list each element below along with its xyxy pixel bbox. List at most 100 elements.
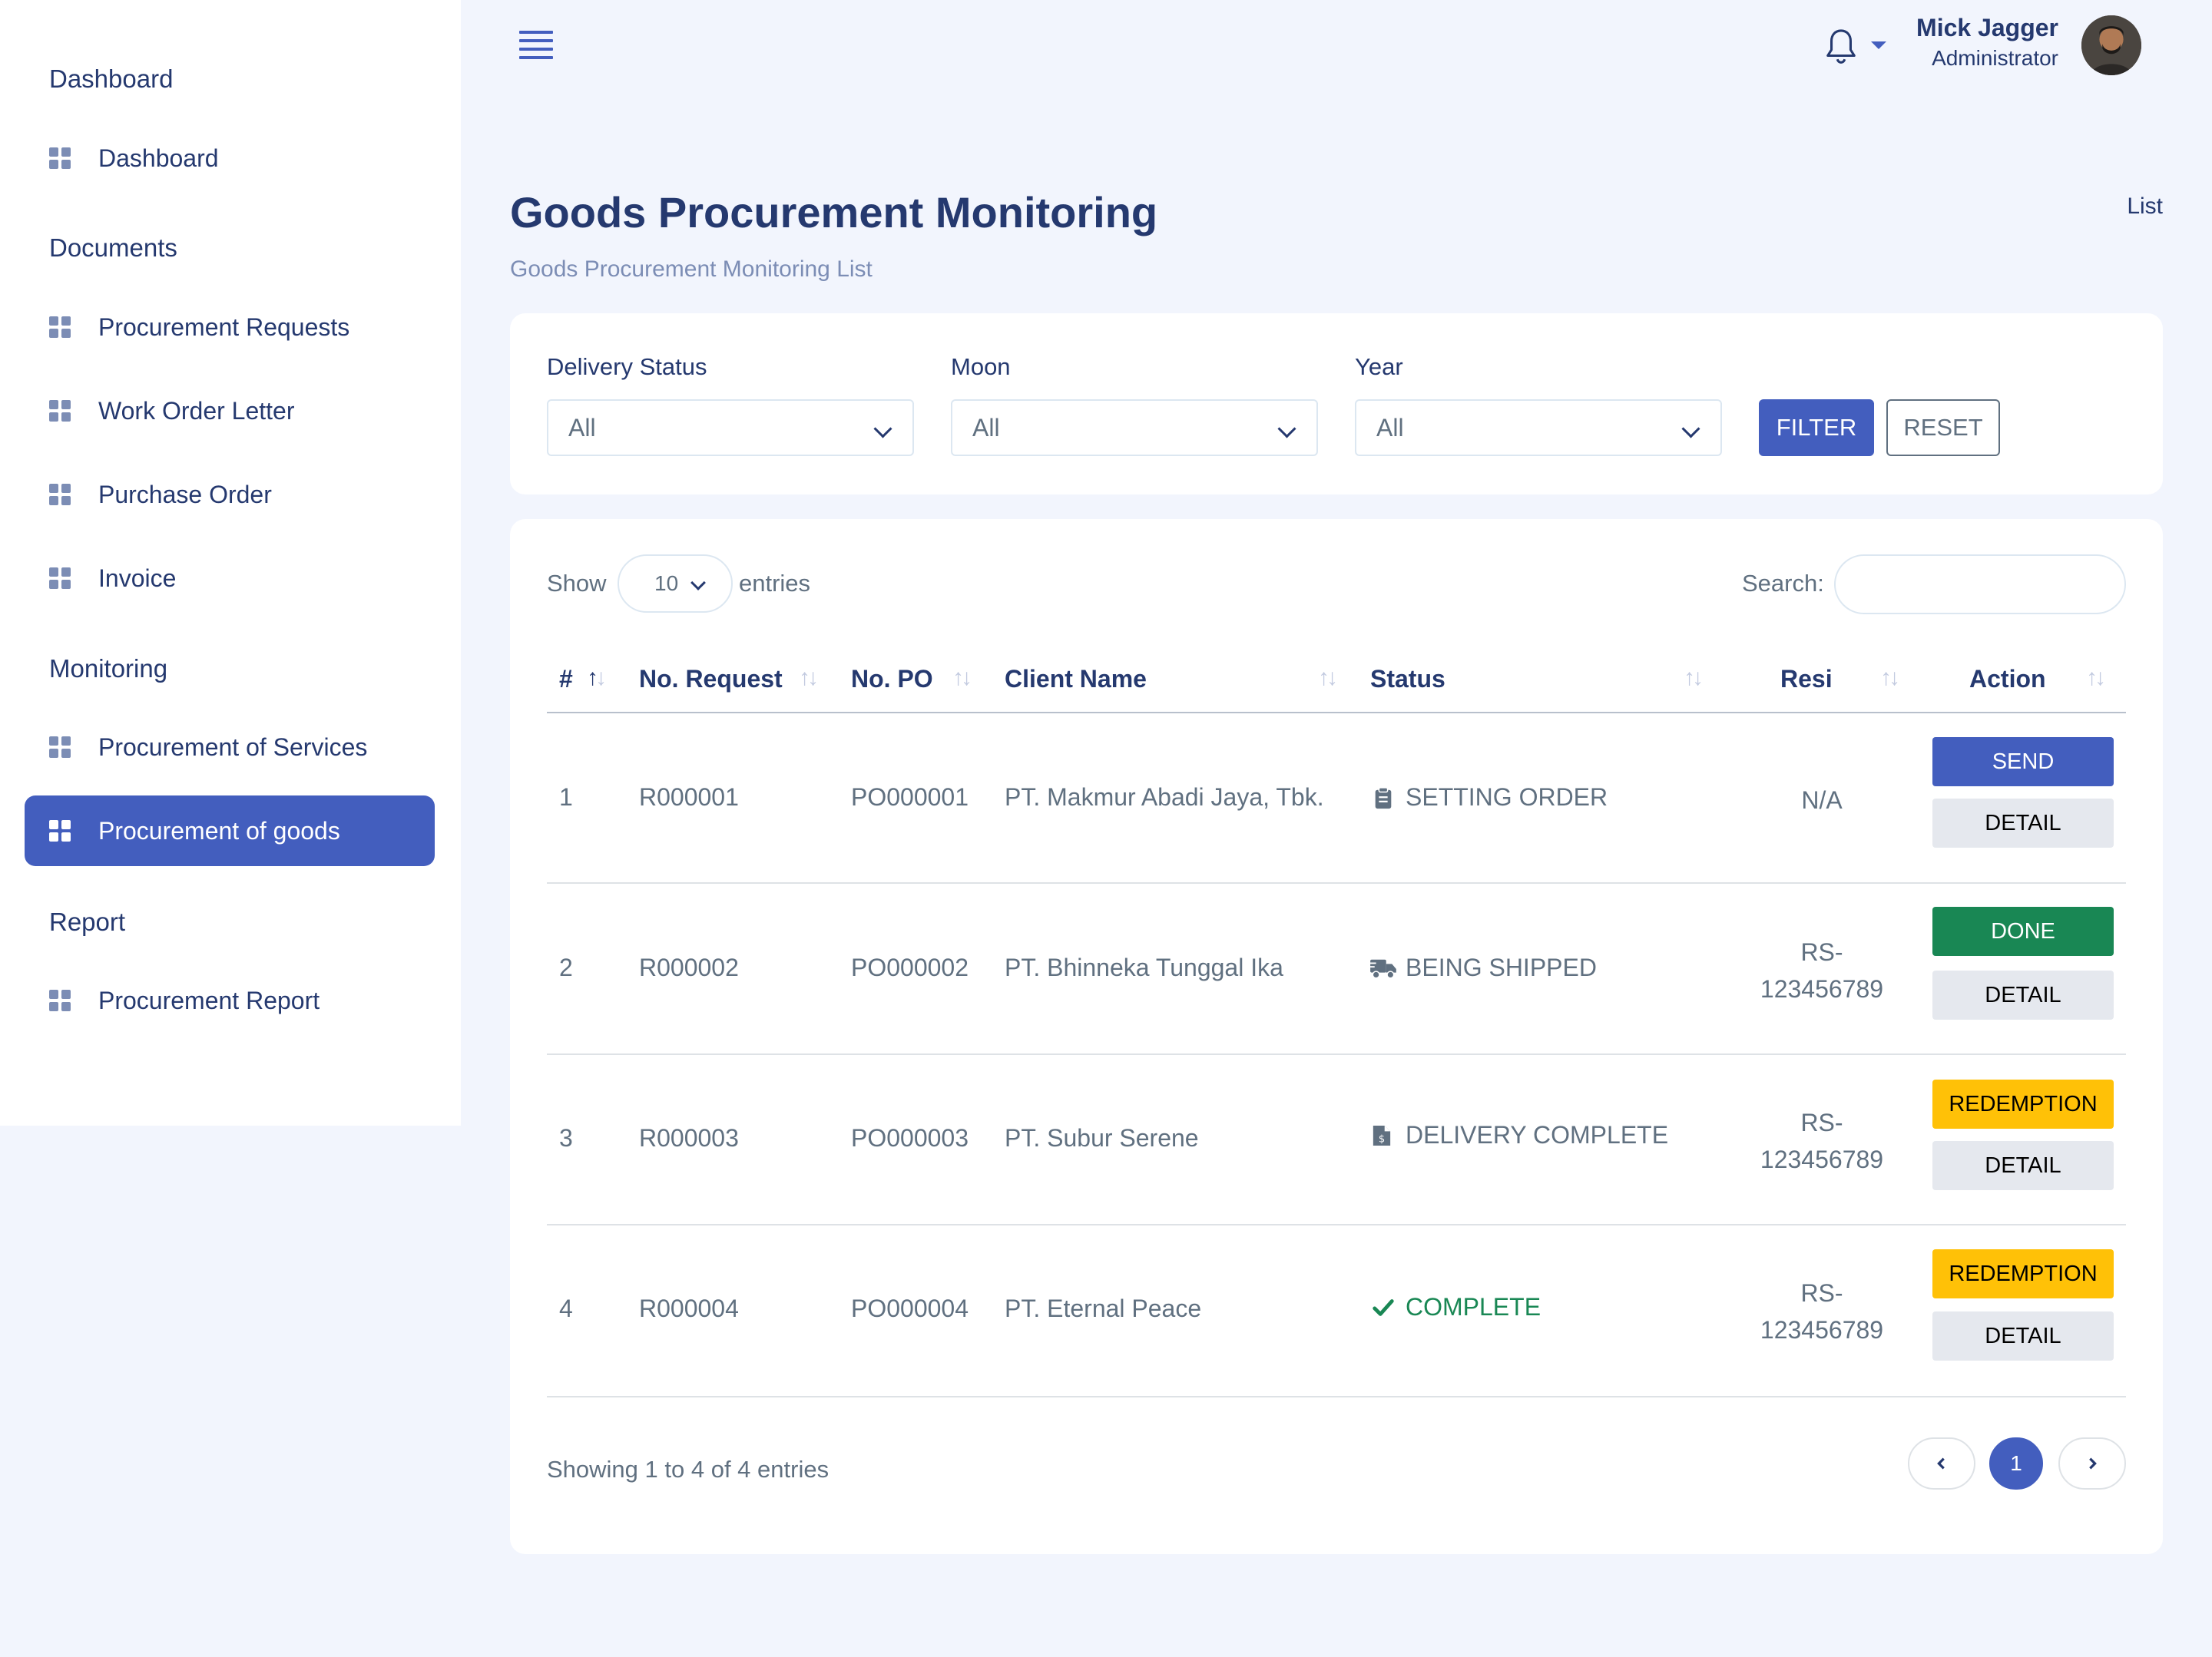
redemption-button[interactable]: REDEMPTION xyxy=(1932,1080,2114,1129)
chevron-down-icon xyxy=(873,419,892,438)
entries-label: entries xyxy=(739,570,811,597)
row-number: 4 xyxy=(559,1295,573,1322)
moon-select[interactable]: All xyxy=(951,399,1318,456)
sidebar-item-work-order-letter[interactable]: Work Order Letter xyxy=(25,375,435,446)
row-client-name: PT. Subur Serene xyxy=(1005,1124,1199,1152)
row-client-name: PT. Bhinneka Tunggal Ika xyxy=(1005,954,1283,981)
sidebar-item-label: Invoice xyxy=(98,564,177,592)
year-label: Year xyxy=(1355,353,1403,380)
year-value: All xyxy=(1376,413,1404,442)
row-po-no: PO000003 xyxy=(851,1124,969,1152)
table-card: Show 10 entries Search: # ↑↓ No. Request… xyxy=(510,519,2163,1554)
moon-label: Moon xyxy=(951,353,1011,380)
entries-value: 10 xyxy=(654,571,679,595)
row-number: 3 xyxy=(559,1124,573,1152)
redemption-button[interactable]: REDEMPTION xyxy=(1932,1249,2114,1298)
sort-icon[interactable]: ↑↓ xyxy=(799,665,819,691)
breadcrumb[interactable]: List xyxy=(2127,193,2163,220)
grid-icon xyxy=(49,400,71,422)
sort-icon[interactable]: ↑↓ xyxy=(1684,665,1704,691)
status-text: SETTING ORDER xyxy=(1406,783,1608,811)
row-status: COMPLETE xyxy=(1372,1293,1541,1321)
sort-icon[interactable]: ↑↓ xyxy=(1880,665,1900,691)
col-header-number[interactable]: # xyxy=(559,665,573,693)
chevron-down-icon xyxy=(1681,419,1700,438)
sidebar-item-procurement-of-services[interactable]: Procurement of Services xyxy=(25,712,435,782)
chevron-right-icon xyxy=(2089,1457,2097,1470)
row-po-no: PO000001 xyxy=(851,783,969,811)
grid-icon xyxy=(49,316,71,338)
delivery-status-label: Delivery Status xyxy=(547,353,707,380)
send-button[interactable]: SEND xyxy=(1932,737,2114,786)
filter-button[interactable]: FILTER xyxy=(1759,399,1874,456)
col-header-no-request[interactable]: No. Request xyxy=(639,665,783,693)
svg-text:$: $ xyxy=(1379,1133,1385,1145)
row-resi: N/A xyxy=(1801,786,1843,814)
entries-select[interactable]: 10 xyxy=(618,554,733,613)
truck-icon xyxy=(1369,959,1396,978)
done-button[interactable]: DONE xyxy=(1932,907,2114,956)
col-header-action[interactable]: Action xyxy=(1969,665,2046,693)
sort-icon[interactable]: ↑↓ xyxy=(2086,665,2106,691)
detail-button[interactable]: DETAIL xyxy=(1932,1311,2114,1361)
detail-button[interactable]: DETAIL xyxy=(1932,971,2114,1020)
show-label: Show xyxy=(547,570,607,597)
pagination-page-1[interactable]: 1 xyxy=(1989,1437,2043,1490)
sort-icon[interactable]: ↑↓ xyxy=(587,665,607,691)
row-po-no: PO000004 xyxy=(851,1295,969,1322)
sidebar: Dashboard Dashboard Documents Procuremen… xyxy=(0,0,461,1126)
col-header-resi[interactable]: Resi xyxy=(1780,665,1833,693)
grid-icon xyxy=(49,990,71,1011)
sidebar-item-dashboard[interactable]: Dashboard xyxy=(25,123,435,193)
row-divider xyxy=(547,1053,2126,1055)
sidebar-item-invoice[interactable]: Invoice xyxy=(25,543,435,614)
status-text: DELIVERY COMPLETE xyxy=(1406,1121,1669,1149)
sort-icon[interactable]: ↑↓ xyxy=(952,665,972,691)
row-resi: RS- 123456789 xyxy=(1760,1279,1884,1344)
row-request-no: R000001 xyxy=(639,783,739,811)
sidebar-item-purchase-order[interactable]: Purchase Order xyxy=(25,459,435,530)
status-text: BEING SHIPPED xyxy=(1406,954,1597,981)
pagination-prev-button[interactable] xyxy=(1908,1437,1975,1490)
sidebar-item-procurement-requests[interactable]: Procurement Requests xyxy=(25,292,435,362)
row-divider xyxy=(547,882,2126,884)
menu-toggle-icon[interactable] xyxy=(519,31,553,61)
col-header-status[interactable]: Status xyxy=(1370,665,1445,693)
detail-button[interactable]: DETAIL xyxy=(1932,799,2114,848)
sidebar-section-dashboard: Dashboard xyxy=(49,64,174,93)
bell-icon[interactable] xyxy=(1823,28,1859,66)
delivery-status-value: All xyxy=(568,413,596,442)
filter-card: Delivery Status All Moon All Year All FI… xyxy=(510,313,2163,494)
delivery-status-select[interactable]: All xyxy=(547,399,914,456)
search-label: Search: xyxy=(1742,570,1824,597)
col-header-client-name[interactable]: Client Name xyxy=(1005,665,1147,693)
row-divider xyxy=(547,1224,2126,1225)
sidebar-section-monitoring: Monitoring xyxy=(49,654,168,683)
sidebar-item-procurement-of-goods[interactable]: Procurement of goods xyxy=(25,795,435,866)
row-number: 1 xyxy=(559,783,573,811)
table-info: Showing 1 to 4 of 4 entries xyxy=(547,1456,830,1483)
page-title: Goods Procurement Monitoring xyxy=(510,188,1158,236)
reset-button[interactable]: RESET xyxy=(1886,399,2000,456)
sidebar-section-report: Report xyxy=(49,908,126,936)
grid-icon xyxy=(49,820,71,842)
pagination-next-button[interactable] xyxy=(2058,1437,2126,1490)
row-divider xyxy=(547,1396,2126,1397)
year-select[interactable]: All xyxy=(1355,399,1722,456)
moon-value: All xyxy=(972,413,1000,442)
sidebar-item-label: Procurement Report xyxy=(98,986,320,1014)
table-header-divider xyxy=(547,712,2126,713)
sidebar-section-documents: Documents xyxy=(49,233,177,262)
row-client-name: PT. Eternal Peace xyxy=(1005,1295,1202,1322)
sidebar-item-procurement-report[interactable]: Procurement Report xyxy=(25,965,435,1036)
search-input[interactable] xyxy=(1834,554,2126,614)
sort-icon[interactable]: ↑↓ xyxy=(1318,665,1338,691)
row-number: 2 xyxy=(559,954,573,981)
row-resi: RS- 123456789 xyxy=(1760,1109,1884,1173)
sidebar-item-label: Procurement of Services xyxy=(98,733,368,761)
chevron-down-icon[interactable] xyxy=(1871,41,1886,49)
avatar[interactable] xyxy=(2081,15,2141,75)
col-header-no-po[interactable]: No. PO xyxy=(851,665,933,693)
detail-button[interactable]: DETAIL xyxy=(1932,1141,2114,1190)
status-text: COMPLETE xyxy=(1406,1293,1541,1321)
